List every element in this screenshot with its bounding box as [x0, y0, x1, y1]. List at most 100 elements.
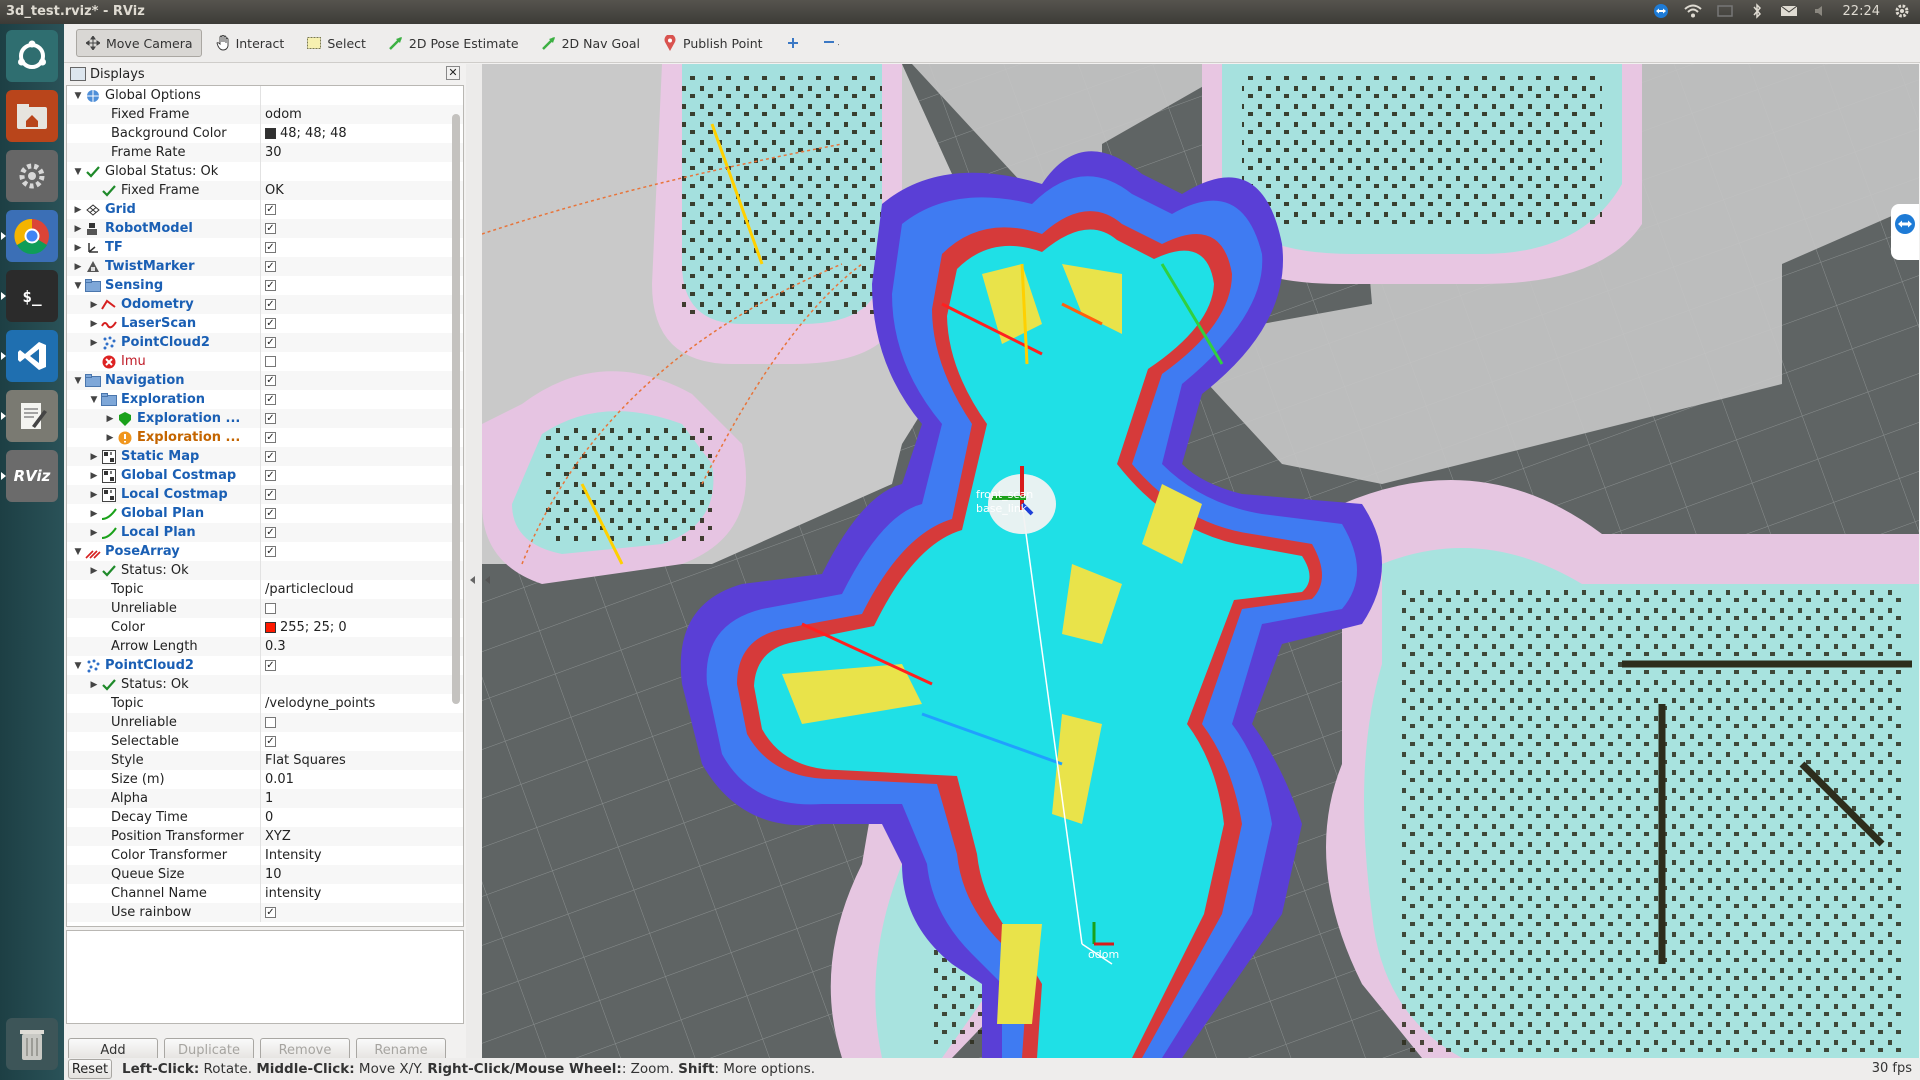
color-swatch[interactable]: [265, 128, 276, 139]
collapsed-arrow-icon[interactable]: ▶: [71, 243, 85, 253]
checkbox-checked[interactable]: ✓: [265, 527, 276, 538]
display-row-value-cell[interactable]: 48; 48; 48: [265, 124, 415, 143]
display-row-value-cell[interactable]: 0.3: [265, 637, 415, 656]
rviz-icon[interactable]: RViz: [1, 450, 58, 502]
collapsed-arrow-icon[interactable]: ▶: [87, 566, 101, 576]
clock[interactable]: 22:24: [1843, 4, 1880, 19]
checkbox-checked[interactable]: ✓: [265, 907, 276, 918]
render-viewport[interactable]: front_scan base_link odom: [482, 64, 1919, 1058]
checkbox-checked[interactable]: ✓: [265, 337, 276, 348]
checkbox-checked[interactable]: ✓: [265, 508, 276, 519]
display-row[interactable]: Fixed Frame OK: [67, 181, 463, 200]
display-row[interactable]: ▶ LaserScan ✓: [67, 314, 463, 333]
display-row[interactable]: Fixed Frame odom: [67, 105, 463, 124]
display-row[interactable]: Alpha 1: [67, 789, 463, 808]
display-row[interactable]: ▼ PointCloud2 ✓: [67, 656, 463, 675]
checkbox-checked[interactable]: ✓: [265, 546, 276, 557]
display-row-value-cell[interactable]: ✓: [265, 504, 415, 523]
display-row-value-cell[interactable]: [265, 352, 415, 371]
display-row-value-cell[interactable]: ✓: [265, 523, 415, 542]
display-row-value-cell[interactable]: [265, 675, 415, 694]
add-tool-button[interactable]: [776, 29, 810, 57]
display-row[interactable]: Unreliable: [67, 713, 463, 732]
display-row-value-cell[interactable]: [265, 561, 415, 580]
display-row-value-cell[interactable]: intensity: [265, 884, 415, 903]
expanded-arrow-icon[interactable]: ▼: [87, 395, 101, 405]
display-row-value-cell[interactable]: ✓: [265, 903, 415, 922]
display-row[interactable]: ▶ Local Plan ✓: [67, 523, 463, 542]
bluetooth-icon[interactable]: [1747, 2, 1767, 20]
collapse-arrow-icon[interactable]: [470, 576, 475, 584]
display-row-value-cell[interactable]: /velodyne_points: [265, 694, 415, 713]
move-camera-tool[interactable]: Move Camera: [76, 29, 202, 57]
checkbox-checked[interactable]: ✓: [265, 299, 276, 310]
terminal-icon[interactable]: $_: [1, 270, 58, 322]
collapsed-arrow-icon[interactable]: ▶: [87, 300, 101, 310]
display-row-value-cell[interactable]: 1: [265, 789, 415, 808]
checkbox-checked[interactable]: ✓: [265, 394, 276, 405]
checkbox-checked[interactable]: ✓: [265, 432, 276, 443]
gear-icon[interactable]: [1892, 2, 1912, 20]
display-row[interactable]: Background Color 48; 48; 48: [67, 124, 463, 143]
checkbox-checked[interactable]: ✓: [265, 660, 276, 671]
collapsed-arrow-icon[interactable]: ▶: [87, 680, 101, 690]
display-row-value-cell[interactable]: [265, 599, 415, 618]
keyboard-icon[interactable]: [1715, 2, 1735, 20]
display-row-value-cell[interactable]: 0.01: [265, 770, 415, 789]
display-row-value-cell[interactable]: ✓: [265, 732, 415, 751]
displays-tree[interactable]: ▼ Global Options Fixed Frame odom Background…: [66, 85, 464, 927]
collapsed-arrow-icon[interactable]: ▶: [87, 319, 101, 329]
volume-icon[interactable]: [1811, 2, 1831, 20]
display-row[interactable]: ▶ Exploration ... ✓: [67, 409, 463, 428]
ubuntu-logo-icon[interactable]: [6, 30, 58, 82]
display-row-value-cell[interactable]: 255; 25; 0: [265, 618, 415, 637]
collapsed-arrow-icon[interactable]: ▶: [87, 452, 101, 462]
checkbox-unchecked[interactable]: [265, 603, 276, 614]
display-row[interactable]: Arrow Length 0.3: [67, 637, 463, 656]
display-row-value-cell[interactable]: ✓: [265, 257, 415, 276]
interact-tool[interactable]: Interact: [206, 29, 294, 57]
display-row-value-cell[interactable]: [265, 86, 415, 105]
display-row-value-cell[interactable]: ✓: [265, 333, 415, 352]
mail-icon[interactable]: [1779, 2, 1799, 20]
tree-scrollbar-thumb[interactable]: [452, 114, 460, 704]
display-row-value-cell[interactable]: ✓: [265, 276, 415, 295]
checkbox-unchecked[interactable]: [265, 356, 276, 367]
display-row-value-cell[interactable]: ✓: [265, 447, 415, 466]
expanded-arrow-icon[interactable]: ▼: [71, 167, 85, 177]
collapsed-arrow-icon[interactable]: ▶: [71, 224, 85, 234]
checkbox-checked[interactable]: ✓: [265, 489, 276, 500]
display-row-value-cell[interactable]: Flat Squares: [265, 751, 415, 770]
reset-view-button[interactable]: Reset: [68, 1059, 112, 1079]
checkbox-checked[interactable]: ✓: [265, 451, 276, 462]
vscode-icon[interactable]: [1, 330, 58, 382]
display-row-value-cell[interactable]: ✓: [265, 542, 415, 561]
checkbox-checked[interactable]: ✓: [265, 470, 276, 481]
display-row[interactable]: ▶ Static Map ✓: [67, 447, 463, 466]
display-row[interactable]: Queue Size 10: [67, 865, 463, 884]
checkbox-checked[interactable]: ✓: [265, 280, 276, 291]
display-row[interactable]: ▼ Global Options: [67, 86, 463, 105]
select-tool[interactable]: Select: [297, 29, 375, 57]
chrome-icon[interactable]: [1, 210, 58, 262]
nav-goal-tool[interactable]: 2D Nav Goal: [532, 29, 649, 57]
display-row[interactable]: Channel Name intensity: [67, 884, 463, 903]
checkbox-unchecked[interactable]: [265, 717, 276, 728]
display-row-value-cell[interactable]: ✓: [265, 409, 415, 428]
close-panel-button[interactable]: ✕: [446, 66, 460, 80]
display-row-value-cell[interactable]: Intensity: [265, 846, 415, 865]
display-row[interactable]: ▶ Exploration ... ✓: [67, 428, 463, 447]
teamviewer-side-tab[interactable]: [1891, 204, 1919, 260]
display-row-value-cell[interactable]: ✓: [265, 428, 415, 447]
display-row-value-cell[interactable]: 0: [265, 808, 415, 827]
checkbox-checked[interactable]: ✓: [265, 736, 276, 747]
display-row-value-cell[interactable]: [265, 713, 415, 732]
home-folder-icon[interactable]: [6, 90, 58, 142]
collapsed-arrow-icon[interactable]: ▶: [71, 205, 85, 215]
display-row[interactable]: Position Transformer XYZ: [67, 827, 463, 846]
checkbox-checked[interactable]: ✓: [265, 204, 276, 215]
checkbox-checked[interactable]: ✓: [265, 413, 276, 424]
wifi-icon[interactable]: [1683, 2, 1703, 20]
display-row-value-cell[interactable]: 30: [265, 143, 415, 162]
display-row-value-cell[interactable]: ✓: [265, 390, 415, 409]
